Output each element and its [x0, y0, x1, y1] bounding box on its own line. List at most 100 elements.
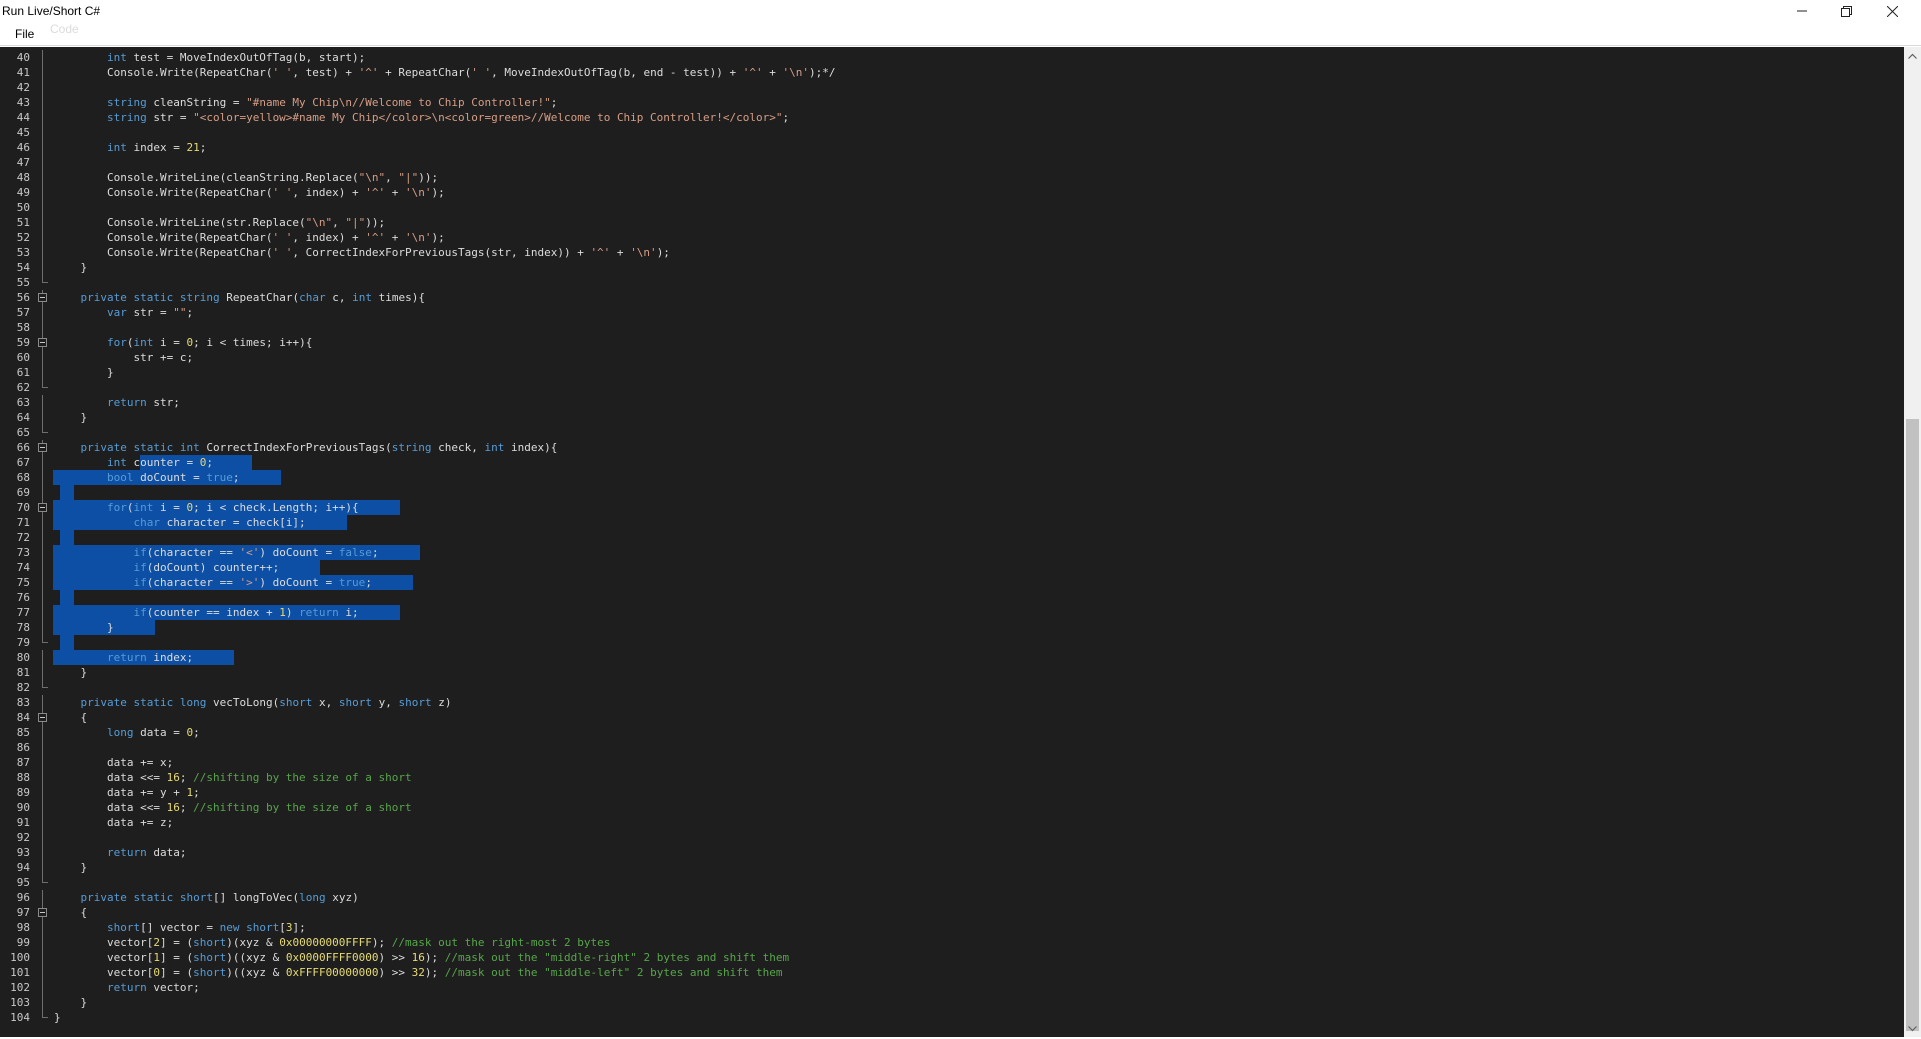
code-line[interactable]: 82: [0, 680, 1904, 695]
code-line[interactable]: 78 }: [0, 620, 1904, 635]
code-line[interactable]: 94 }: [0, 860, 1904, 875]
code-text: }: [54, 621, 114, 634]
code-line[interactable]: 40 int test = MoveIndexOutOfTag(b, start…: [0, 50, 1904, 65]
code-line[interactable]: 67 int counter = 0;: [0, 455, 1904, 470]
fold-guide: [37, 635, 49, 650]
code-line[interactable]: 92: [0, 830, 1904, 845]
line-number: 40: [16, 51, 30, 64]
code-line[interactable]: 84 {: [0, 710, 1904, 725]
fold-collapse-icon[interactable]: [37, 710, 49, 725]
code-editor[interactable]: 40 int test = MoveIndexOutOfTag(b, start…: [0, 47, 1904, 1037]
code-line[interactable]: 73 if(character == '<') doCount = false;: [0, 545, 1904, 560]
code-line[interactable]: 93 return data;: [0, 845, 1904, 860]
code-line[interactable]: 83 private static long vecToLong(short x…: [0, 695, 1904, 710]
line-number: 68: [16, 471, 30, 484]
code-line[interactable]: 64 }: [0, 410, 1904, 425]
menu-code[interactable]: Code: [50, 22, 79, 36]
code-line[interactable]: 71 char character = check[i];: [0, 515, 1904, 530]
line-number: 45: [16, 126, 30, 139]
scroll-up-arrow[interactable]: [1904, 47, 1921, 64]
code-line[interactable]: 57 var str = "";: [0, 305, 1904, 320]
code-line[interactable]: 101 vector[0] = (short)((xyz & 0xFFFF000…: [0, 965, 1904, 980]
code-line[interactable]: 62: [0, 380, 1904, 395]
code-line[interactable]: 63 return str;: [0, 395, 1904, 410]
code-line[interactable]: 75 if(character == '>') doCount = true;: [0, 575, 1904, 590]
close-button[interactable]: [1870, 0, 1914, 22]
code-line[interactable]: 41 Console.Write(RepeatChar(' ', test) +…: [0, 65, 1904, 80]
code-line[interactable]: 55: [0, 275, 1904, 290]
code-line[interactable]: 56 private static string RepeatChar(char…: [0, 290, 1904, 305]
code-line[interactable]: 97 {: [0, 905, 1904, 920]
code-line[interactable]: 100 vector[1] = (short)((xyz & 0x0000FFF…: [0, 950, 1904, 965]
line-number: 97: [16, 906, 30, 919]
code-line[interactable]: 77 if(counter == index + 1) return i;: [0, 605, 1904, 620]
code-line[interactable]: 80 return index;: [0, 650, 1904, 665]
code-line[interactable]: 48 Console.WriteLine(cleanString.Replace…: [0, 170, 1904, 185]
vertical-scrollbar[interactable]: [1904, 47, 1921, 1037]
fold-collapse-icon[interactable]: [37, 500, 49, 515]
fold-collapse-icon[interactable]: [37, 290, 49, 305]
code-line[interactable]: 99 vector[2] = (short)(xyz & 0x00000000F…: [0, 935, 1904, 950]
code-line[interactable]: 85 long data = 0;: [0, 725, 1904, 740]
fold-collapse-icon[interactable]: [37, 905, 49, 920]
code-line[interactable]: 61 }: [0, 365, 1904, 380]
code-line[interactable]: 95: [0, 875, 1904, 890]
code-line[interactable]: 79: [0, 635, 1904, 650]
fold-guide: [37, 815, 49, 830]
code-line[interactable]: 49 Console.Write(RepeatChar(' ', index) …: [0, 185, 1904, 200]
code-line[interactable]: 91 data += z;: [0, 815, 1904, 830]
code-line[interactable]: 42: [0, 80, 1904, 95]
code-line[interactable]: 88 data <<= 16; //shifting by the size o…: [0, 770, 1904, 785]
fold-guide: [37, 725, 49, 740]
code-line[interactable]: 52 Console.Write(RepeatChar(' ', index) …: [0, 230, 1904, 245]
code-line[interactable]: 46 int index = 21;: [0, 140, 1904, 155]
line-number: 52: [16, 231, 30, 244]
code-line[interactable]: 47: [0, 155, 1904, 170]
code-line[interactable]: 53 Console.Write(RepeatChar(' ', Correct…: [0, 245, 1904, 260]
line-number: 62: [16, 381, 30, 394]
code-line[interactable]: 69: [0, 485, 1904, 500]
maximize-button[interactable]: [1824, 0, 1868, 22]
code-text: return data;: [106, 846, 187, 859]
code-line[interactable]: 44 string str = "<color=yellow>#name My …: [0, 110, 1904, 125]
code-line[interactable]: 51 Console.WriteLine(str.Replace("\n", "…: [0, 215, 1904, 230]
fold-guide: [37, 950, 49, 965]
code-line[interactable]: 60 str += c;: [0, 350, 1904, 365]
code-line[interactable]: 59 for(int i = 0; i < times; i++){: [0, 335, 1904, 350]
code-line[interactable]: 70 for(int i = 0; i < check.Length; i++)…: [0, 500, 1904, 515]
fold-guide: [37, 230, 49, 245]
code-line[interactable]: 68 bool doCount = true;: [0, 470, 1904, 485]
fold-collapse-icon[interactable]: [37, 440, 49, 455]
code-line[interactable]: 102 return vector;: [0, 980, 1904, 995]
line-number: 61: [16, 366, 30, 379]
code-line[interactable]: 74 if(doCount) counter++;: [0, 560, 1904, 575]
code-line[interactable]: 43 string cleanString = "#name My Chip\n…: [0, 95, 1904, 110]
code-line[interactable]: 54 }: [0, 260, 1904, 275]
code-line[interactable]: 58: [0, 320, 1904, 335]
line-number: 51: [16, 216, 30, 229]
line-number: 104: [10, 1011, 30, 1024]
code-line[interactable]: 66 private static int CorrectIndexForPre…: [0, 440, 1904, 455]
menu-file[interactable]: File: [15, 27, 34, 41]
fold-guide: [37, 980, 49, 995]
scroll-down-arrow[interactable]: [1904, 1020, 1921, 1037]
code-line[interactable]: 81 }: [0, 665, 1904, 680]
scrollbar-thumb[interactable]: [1906, 419, 1919, 1031]
minimize-button[interactable]: [1780, 0, 1824, 22]
code-line[interactable]: 104}: [0, 1010, 1904, 1025]
code-line[interactable]: 98 short[] vector = new short[3];: [0, 920, 1904, 935]
code-line[interactable]: 45: [0, 125, 1904, 140]
code-line[interactable]: 103 }: [0, 995, 1904, 1010]
code-line[interactable]: 65: [0, 425, 1904, 440]
code-line[interactable]: 89 data += y + 1;: [0, 785, 1904, 800]
code-line[interactable]: 50: [0, 200, 1904, 215]
code-text: }: [54, 261, 88, 274]
code-line[interactable]: 72: [0, 530, 1904, 545]
code-line[interactable]: 96 private static short[] longToVec(long…: [0, 890, 1904, 905]
line-number: 71: [16, 516, 30, 529]
code-line[interactable]: 86: [0, 740, 1904, 755]
code-line[interactable]: 76: [0, 590, 1904, 605]
code-line[interactable]: 87 data += x;: [0, 755, 1904, 770]
code-line[interactable]: 90 data <<= 16; //shifting by the size o…: [0, 800, 1904, 815]
fold-collapse-icon[interactable]: [37, 335, 49, 350]
